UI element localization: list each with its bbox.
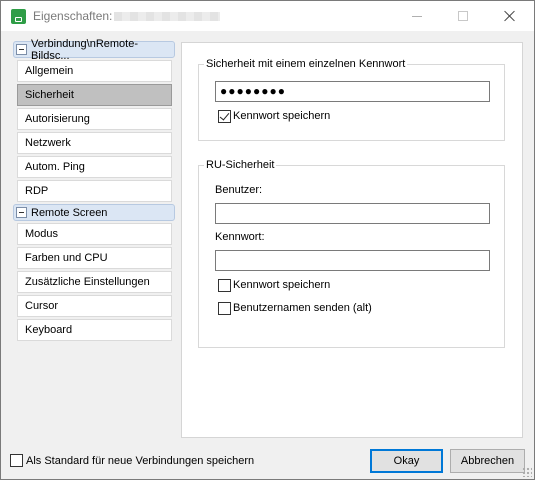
send-username-label: Benutzernamen senden (alt) <box>233 302 372 314</box>
group-title: RU-Sicherheit <box>204 159 277 171</box>
save-password-label: Kennwort speichern <box>233 110 331 122</box>
collapse-icon[interactable] <box>16 207 27 218</box>
settings-panel: Sicherheit mit einem einzelnen Kennwort … <box>181 42 523 438</box>
nav-group-connection[interactable]: Verbindung\nRemote-Bildsc... <box>13 38 175 62</box>
properties-dialog: Eigenschaften: Verbindung\nRemote-Bildsc… <box>0 0 535 480</box>
resize-grip-icon[interactable] <box>522 467 532 477</box>
minimize-icon <box>412 15 422 17</box>
nav-item-allgemein[interactable]: Allgemein <box>17 60 172 82</box>
default-settings-label: Als Standard für neue Verbindungen speic… <box>26 455 255 467</box>
ru-security-group: RU-Sicherheit Benutzer: Kennwort: Kennwo… <box>198 159 505 348</box>
redacted-connection-name <box>114 12 220 21</box>
nav-item-keyboard[interactable]: Keyboard <box>17 319 172 341</box>
nav-item-sicherheit[interactable]: Sicherheit <box>17 84 172 106</box>
send-username-checkbox[interactable] <box>218 302 231 315</box>
nav-item-autorisierung[interactable]: Autorisierung <box>17 108 172 130</box>
nav-item-farben-und-cpu[interactable]: Farben und CPU <box>17 247 172 269</box>
nav-item-modus[interactable]: Modus <box>17 223 172 245</box>
collapse-icon[interactable] <box>16 44 27 55</box>
save-password-checkbox[interactable] <box>218 110 231 123</box>
nav-item-autom-ping[interactable]: Autom. Ping <box>17 156 172 178</box>
maximize-icon <box>458 11 468 21</box>
ru-save-password-label: Kennwort speichern <box>233 279 331 291</box>
nav-item-rdp[interactable]: RDP <box>17 180 172 202</box>
window-title: Eigenschaften: <box>33 9 113 23</box>
maximize-button[interactable] <box>440 1 486 31</box>
cancel-button[interactable]: Abbrechen <box>450 449 525 473</box>
app-icon <box>11 9 26 24</box>
minimize-button[interactable] <box>394 1 440 31</box>
ru-save-password-checkbox[interactable] <box>218 279 231 292</box>
user-field[interactable] <box>215 203 490 224</box>
user-label: Benutzer: <box>215 184 263 196</box>
password-mask: ●●●●●●●● <box>220 84 286 98</box>
ru-password-label: Kennwort: <box>215 231 265 243</box>
close-button[interactable] <box>487 1 533 31</box>
nav-group-label: Remote Screen <box>31 206 108 219</box>
nav-item-zusaetzliche-einstellungen[interactable]: Zusätzliche Einstellungen <box>17 271 172 293</box>
single-password-group: Sicherheit mit einem einzelnen Kennwort … <box>198 58 505 141</box>
nav-group-remote-screen[interactable]: Remote Screen <box>13 204 175 221</box>
nav-group-label: Verbindung\nRemote-Bildsc... <box>31 37 139 62</box>
close-icon <box>504 10 516 22</box>
group-title: Sicherheit mit einem einzelnen Kennwort <box>204 58 408 70</box>
ru-password-field[interactable] <box>215 250 490 271</box>
nav-item-netzwerk[interactable]: Netzwerk <box>17 132 172 154</box>
nav-item-cursor[interactable]: Cursor <box>17 295 172 317</box>
title-bar: Eigenschaften: <box>1 1 534 31</box>
default-settings-checkbox[interactable] <box>10 454 23 467</box>
password-field[interactable]: ●●●●●●●● <box>215 81 490 102</box>
ok-button[interactable]: Okay <box>370 449 443 473</box>
